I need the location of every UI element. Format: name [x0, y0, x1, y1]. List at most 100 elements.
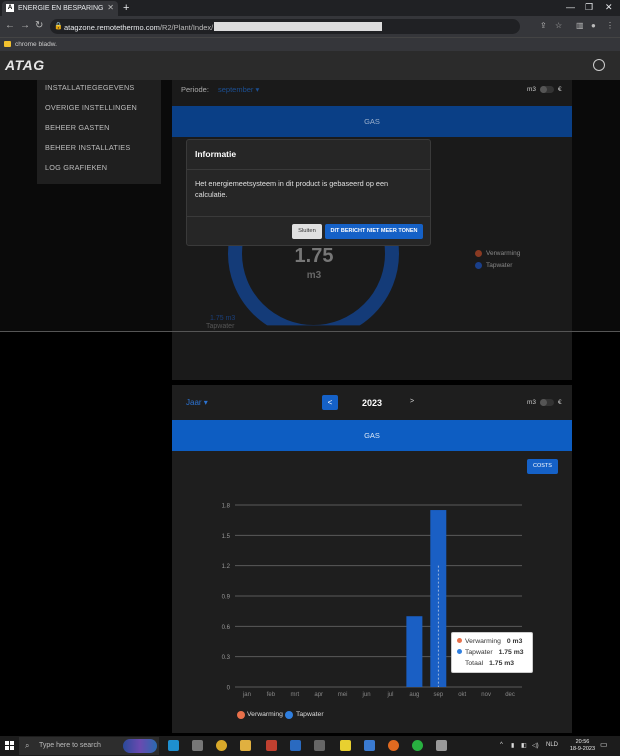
bookmark-item[interactable]: chrome bladw.	[15, 41, 57, 48]
edge-icon[interactable]	[168, 740, 179, 751]
period-select[interactable]: Jaar ▾	[186, 398, 208, 407]
battery-icon[interactable]: ▮	[511, 742, 514, 749]
chart-tooltip: Verwarming 0 m3 Tapwater 1.75 m3 Totaal 1.7…	[451, 632, 533, 673]
unit-toggle[interactable]	[540, 399, 554, 406]
tooltip-label: Totaal	[465, 660, 484, 667]
user-icon[interactable]	[593, 59, 605, 71]
reload-icon[interactable]: ↻	[35, 20, 43, 31]
chrome-icon[interactable]	[216, 740, 227, 751]
modal-title: Informatie	[195, 149, 237, 159]
language-indicator[interactable]: NLD	[546, 742, 558, 748]
y-tick-label: 1.5	[222, 534, 231, 540]
whatsapp-icon[interactable]	[412, 740, 423, 751]
dont-show-again-button[interactable]: DIT BERICHT NIET MEER TONEN	[325, 224, 423, 239]
y-tick-label: 0	[227, 686, 231, 692]
menu-item-beheer-installaties[interactable]: BEHEER INSTALLATIES	[45, 143, 130, 152]
x-tick-label: dec	[505, 692, 515, 698]
app-icon[interactable]	[436, 740, 447, 751]
close-tab-icon[interactable]: ✕	[107, 3, 114, 12]
info-modal: Informatie Het energiemeetsysteem in dit…	[186, 139, 431, 246]
kebab-menu-icon[interactable]: ⋮	[606, 21, 614, 30]
camera-icon[interactable]	[192, 740, 203, 751]
unit-euro-label: €	[558, 399, 562, 406]
x-tick-label: jun	[362, 692, 371, 698]
next-year-button[interactable]: >	[410, 398, 414, 405]
close-window-icon[interactable]: ✕	[605, 2, 613, 13]
gas-header-bottom: GAS	[172, 420, 572, 451]
app-icon[interactable]	[266, 740, 277, 751]
legend-tapwater-dot[interactable]	[285, 711, 293, 719]
periode-select[interactable]: september ▾	[218, 85, 259, 94]
atag-logo[interactable]: ATAG	[5, 57, 45, 73]
x-tick-label: aug	[409, 692, 419, 698]
app-icon[interactable]	[290, 740, 301, 751]
tooltip-dot	[457, 649, 462, 654]
gas-title: GAS	[364, 117, 380, 126]
share-icon[interactable]: ⇪	[540, 21, 547, 30]
maximize-icon[interactable]: ❐	[585, 2, 593, 13]
minimize-icon[interactable]: —	[566, 2, 575, 12]
address-bar-row: ← → ↻ 🔒 atagzone.remotethermo.com/R2/Pla…	[0, 16, 620, 37]
x-tick-label: okt	[458, 692, 466, 698]
tooltip-value: 0 m3	[506, 638, 523, 645]
app-icon[interactable]	[314, 740, 325, 751]
app-header: ATAG	[0, 51, 620, 80]
windows-taskbar: ⌕ Type here to search ^ ▮ ◧ ◁) NLD 20:56…	[0, 736, 620, 756]
unit-toggle[interactable]	[540, 86, 554, 93]
back-icon[interactable]: ←	[5, 20, 15, 31]
legend-verwarming-dot[interactable]	[237, 711, 245, 719]
close-button[interactable]: Sluiten	[292, 224, 322, 239]
costs-button[interactable]: COSTS	[527, 459, 558, 474]
settings-menu: INSTALLATIEGEGEVENS OVERIGE INSTELLINGEN…	[37, 80, 161, 184]
file-explorer-icon[interactable]	[240, 740, 251, 751]
sticky-notes-icon[interactable]	[340, 740, 351, 751]
taskbar-search-input[interactable]: ⌕ Type here to search	[19, 737, 159, 755]
notification-icon[interactable]: ▭	[600, 740, 608, 749]
atag-favicon-icon: A	[6, 4, 14, 12]
menu-item-beheer-gasten[interactable]: BEHEER GASTEN	[45, 123, 110, 132]
gas-title: GAS	[364, 431, 380, 440]
x-tick-label: apr	[314, 692, 323, 698]
tray-chevron-icon[interactable]: ^	[500, 742, 503, 748]
legend-verwarming-label[interactable]: Verwarming	[247, 711, 283, 718]
x-tick-label: nov	[481, 692, 491, 698]
unit-m3-label: m3	[527, 86, 537, 93]
sidebar-icon[interactable]: ▥	[576, 21, 584, 30]
network-icon[interactable]: ◧	[521, 742, 527, 749]
forward-icon[interactable]: →	[20, 20, 30, 31]
redacted-url-block	[214, 22, 383, 31]
ring-value: 1.75	[294, 245, 334, 267]
prev-year-button[interactable]: <	[322, 395, 338, 410]
menu-item-installatiegegevens[interactable]: INSTALLATIEGEGEVENS	[45, 83, 135, 92]
tooltip-row-totaal: Totaal 1.75 m3	[465, 660, 514, 667]
clock-time: 20:56	[575, 739, 590, 745]
windows-start-icon[interactable]	[5, 741, 14, 750]
menu-item-log-grafieken[interactable]: LOG GRAFIEKEN	[45, 163, 107, 172]
unit-m3-label: m3	[527, 399, 537, 406]
x-tick-label: feb	[267, 692, 276, 698]
y-tick-label: 1.2	[222, 564, 231, 570]
url-host: atagzone.remotethermo.com	[64, 23, 160, 32]
legend-tapwater-label[interactable]: Tapwater	[296, 711, 324, 718]
volume-icon[interactable]: ◁)	[532, 742, 539, 749]
menu-item-overige-instellingen[interactable]: OVERIGE INSTELLINGEN	[45, 103, 137, 112]
folder-icon	[4, 41, 11, 47]
browser-tab[interactable]: A ENERGIE EN BESPARING ✕	[2, 1, 118, 16]
x-tick-label: sep	[433, 692, 443, 698]
lock-icon: 🔒	[54, 23, 63, 30]
tooltip-label: Verwarming	[465, 638, 501, 645]
url-field[interactable]: 🔒 atagzone.remotethermo.com/R2/Plant/Ind…	[50, 19, 520, 34]
app-icon[interactable]	[364, 740, 375, 751]
bookmarks-bar: chrome bladw.	[0, 37, 620, 51]
profile-icon[interactable]: ●	[591, 21, 596, 30]
star-icon[interactable]: ☆	[555, 21, 562, 30]
browser-tabbar: A ENERGIE EN BESPARING ✕ + — ❐ ✕	[0, 0, 620, 16]
firefox-icon[interactable]	[388, 740, 399, 751]
search-highlight-image	[123, 739, 157, 753]
tapwater-value: 1.75 m3	[210, 315, 236, 322]
clock-date: 18-9-2023	[569, 746, 595, 752]
empty-panel	[172, 332, 572, 380]
new-tab-icon[interactable]: +	[123, 2, 129, 14]
clock[interactable]: 20:56 18-9-2023	[570, 739, 595, 753]
bar-aug	[406, 616, 423, 687]
